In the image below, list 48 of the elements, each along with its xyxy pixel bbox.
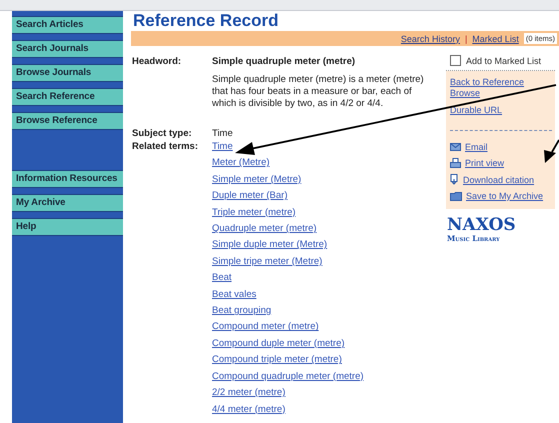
nav-item[interactable]: Search Reference [12,88,123,106]
nav-item[interactable]: Search Articles [12,16,123,34]
envelope-icon [450,143,461,151]
related-term-link[interactable]: Quadruple meter (metre) [212,221,446,238]
related-term-link[interactable]: Beat [212,270,446,287]
related-term-link[interactable]: Compound meter (metre) [212,319,446,336]
related-term-link[interactable]: Compound duple meter (metre) [212,336,446,352]
subject-type: Time [212,128,234,139]
tool-link[interactable]: Download citation [450,174,552,185]
separator: | [464,34,468,44]
related-term-link[interactable]: Meter (Metre) [212,155,446,172]
nav-item[interactable]: Browse Reference [12,112,123,130]
nav-item[interactable]: Search Journals [12,40,123,58]
related-term-link[interactable]: Compound triple meter (metre) [212,352,446,369]
related-term-link[interactable]: Beat vales [212,286,446,304]
related-term-link[interactable]: Simple tripe meter (Metre) [212,254,446,270]
field-label: Subject type: [132,128,193,139]
search-history-link[interactable]: Search History [400,34,460,44]
nav-item[interactable]: Help [12,218,123,236]
related-term-link[interactable]: 2/2 meter (metre) [212,385,446,402]
printer-icon [450,158,461,168]
nav-item[interactable]: My Archive [12,194,123,212]
folder-icon [450,192,462,200]
tool-link[interactable]: Save to My Archive [450,191,552,201]
related-term-link[interactable]: Time [212,139,446,156]
related-term-link[interactable]: 4/4 meter (metre) [212,402,446,418]
checkbox[interactable] [450,55,461,66]
definition: Simple quadruple meter (metre) is a meter (metre) that has four beats in a measure or bar, each of which is divisible by two, as in 4/2 or 4/4. [212,74,424,110]
field-label: Related terms: [132,140,199,154]
field-label: Headword: [132,55,182,67]
tool-link[interactable]: Email [450,142,552,152]
related-term-link[interactable]: Simple duple meter (Metre) [212,237,446,254]
related-term-link[interactable]: Duple meter (Bar) [212,188,446,205]
nav-item[interactable]: Information Resources [12,170,123,188]
related-term-link[interactable]: Beat grouping [212,303,446,320]
panel-link[interactable]: Durable URL [450,105,552,116]
nav-item[interactable]: Browse Journals [12,64,123,82]
related-term-link[interactable]: Triple meter (metre) [212,204,446,222]
marked-list-link[interactable]: Marked List [472,34,519,44]
related-term-link[interactable]: Compound quadruple meter (metre) [212,368,446,386]
tool-link[interactable]: Print view [450,158,552,168]
panel-link[interactable]: Back to Reference Browse [450,77,552,99]
headword: Simple quadruple meter (metre) [212,55,356,67]
document-download-icon [450,174,459,185]
related-term-link[interactable]: Simple meter (Metre) [212,172,446,188]
add-to-marked-list[interactable]: Add to Marked List [446,51,555,71]
checkbox-label: Add to Marked List [466,56,542,66]
page-title: Reference Record [132,11,280,31]
